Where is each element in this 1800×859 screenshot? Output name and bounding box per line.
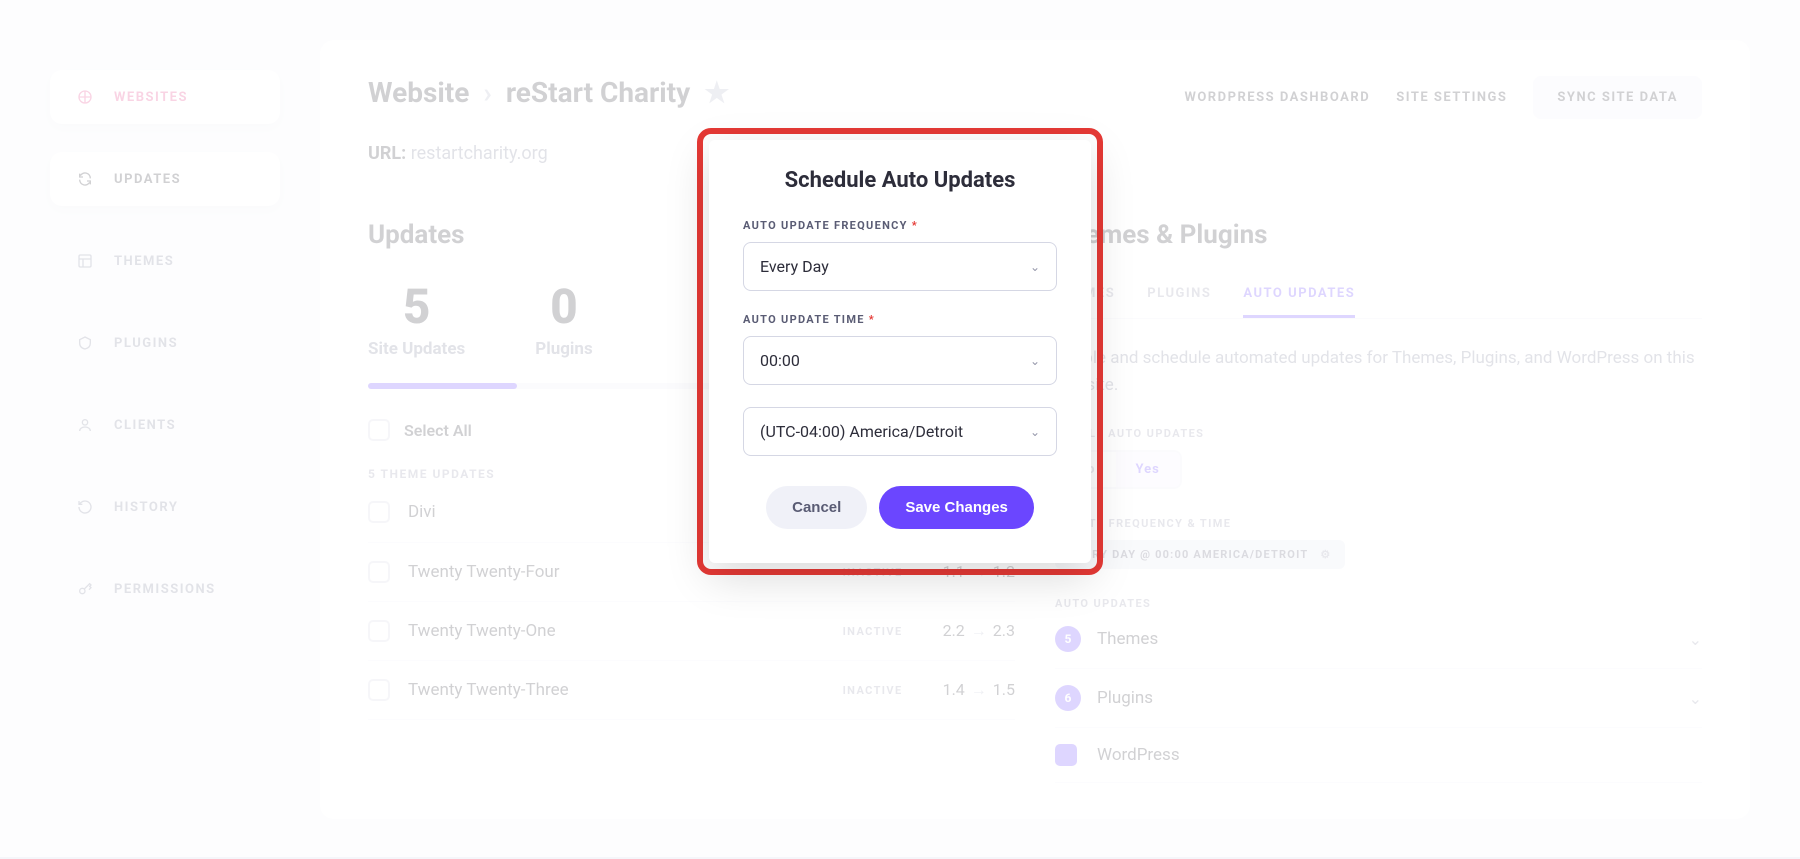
time-select[interactable]: 00:00 ⌄ bbox=[743, 336, 1057, 385]
frequency-value: Every Day bbox=[760, 257, 829, 276]
schedule-modal: Schedule Auto Updates Auto Update Freque… bbox=[709, 140, 1091, 563]
required-mark: * bbox=[912, 219, 918, 232]
modal-actions: Cancel Save Changes bbox=[743, 486, 1057, 529]
time-field-label: Auto Update Time * bbox=[743, 313, 1057, 326]
frequency-select[interactable]: Every Day ⌄ bbox=[743, 242, 1057, 291]
required-mark: * bbox=[869, 313, 875, 326]
timezone-select[interactable]: (UTC-04:00) America/Detroit ⌄ bbox=[743, 407, 1057, 456]
chevron-down-icon: ⌄ bbox=[1030, 425, 1040, 439]
freq-field-label: Auto Update Frequency * bbox=[743, 219, 1057, 232]
cancel-button[interactable]: Cancel bbox=[766, 486, 867, 529]
timezone-value: (UTC-04:00) America/Detroit bbox=[760, 422, 963, 441]
modal-highlight-border: Schedule Auto Updates Auto Update Freque… bbox=[697, 128, 1103, 575]
chevron-down-icon: ⌄ bbox=[1030, 354, 1040, 368]
time-value: 00:00 bbox=[760, 351, 800, 370]
chevron-down-icon: ⌄ bbox=[1030, 260, 1040, 274]
modal-title: Schedule Auto Updates bbox=[743, 168, 1057, 193]
save-button[interactable]: Save Changes bbox=[879, 486, 1034, 529]
modal-overlay[interactable]: Schedule Auto Updates Auto Update Freque… bbox=[0, 0, 1800, 857]
